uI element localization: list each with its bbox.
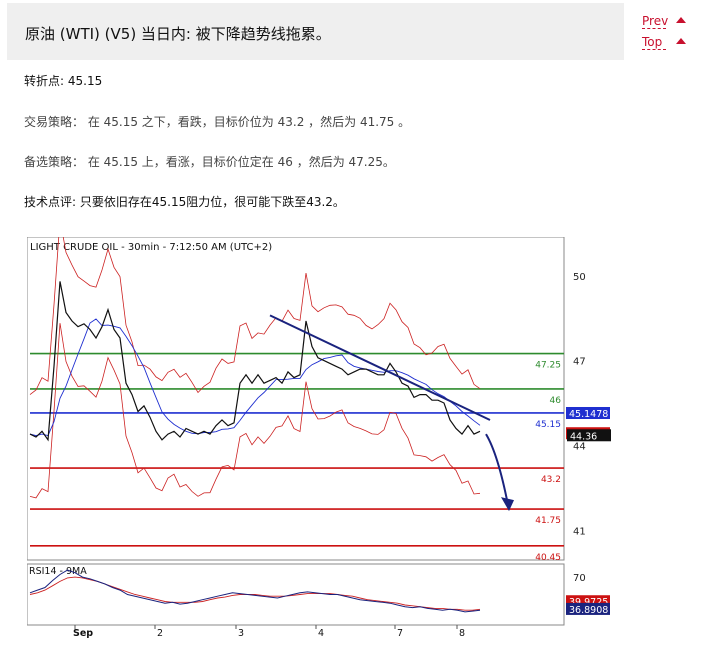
x-tick-label: 2 bbox=[157, 628, 163, 639]
price-tick-label: 50 bbox=[573, 272, 586, 283]
rsi-tick-label: 70 bbox=[573, 573, 586, 584]
technical-comment: 技术点评: 只要依旧存在45.15阻力位，很可能下跌至43.2。 bbox=[24, 195, 345, 209]
price-tick-label: 47 bbox=[573, 357, 586, 368]
level-label: 46 bbox=[550, 396, 562, 406]
top-label: Top bbox=[642, 35, 663, 49]
x-tick-label: 3 bbox=[238, 628, 244, 639]
page-nav: Prev Top bbox=[642, 14, 686, 56]
price-series bbox=[29, 281, 481, 442]
rsi-label: RSI14 - 9MA bbox=[29, 566, 87, 577]
x-tick-label: 7 bbox=[397, 628, 403, 639]
price-tag-label: 44.36 bbox=[570, 431, 597, 442]
trading-strategy: 交易策略： 在 45.15 之下，看跌，目标价位为 43.2 ，然后为 41.7… bbox=[24, 115, 411, 129]
moving-average bbox=[29, 318, 481, 437]
upper-band bbox=[29, 219, 481, 395]
lower-band bbox=[29, 323, 481, 499]
price-tick-label: 44 bbox=[573, 441, 586, 452]
article-header: 原油 (WTI) (V5) 当日内: 被下降趋势线拖累。 bbox=[7, 3, 624, 60]
chart-svg: LIGHT CRUDE OIL - 30min - 7:12:50 AM (UT… bbox=[26, 219, 611, 639]
top-link[interactable]: Top bbox=[642, 35, 686, 50]
level-label: 41.75 bbox=[535, 516, 561, 526]
level-label: 43.2 bbox=[541, 475, 561, 485]
projection-arrow-shaft bbox=[485, 433, 509, 506]
prev-label: Prev bbox=[642, 14, 669, 28]
arrow-up-icon bbox=[676, 17, 686, 23]
level-label: 40.45 bbox=[535, 553, 561, 563]
level-label: 45.15 bbox=[535, 420, 561, 430]
article-title: 原油 (WTI) (V5) 当日内: 被下降趋势线拖累。 bbox=[25, 25, 331, 43]
price-chart: LIGHT CRUDE OIL - 30min - 7:12:50 AM (UT… bbox=[26, 219, 707, 642]
rsi-ma-line bbox=[29, 576, 481, 611]
prev-link[interactable]: Prev bbox=[642, 14, 686, 29]
x-tick-label: 4 bbox=[318, 628, 324, 639]
chart-title: LIGHT CRUDE OIL - 30min - 7:12:50 AM (UT… bbox=[30, 242, 272, 253]
x-tick-label: Sep bbox=[73, 628, 93, 639]
x-tick-label: 8 bbox=[459, 628, 465, 639]
price-tick-label: 41 bbox=[573, 526, 586, 537]
level-label: 47.25 bbox=[535, 361, 561, 371]
rsi-tag-label: 36.8908 bbox=[569, 605, 608, 616]
arrow-up-icon bbox=[676, 38, 686, 44]
turn-point: 转折点: 45.15 bbox=[24, 74, 103, 88]
price-tag-label: 45.1478 bbox=[569, 409, 608, 420]
main-panel-frame bbox=[26, 236, 565, 561]
rsi-panel-frame bbox=[26, 563, 565, 626]
alternative-strategy: 备选策略： 在 45.15 上，看涨，目标价位定在 46 ，然后为 47.25。 bbox=[24, 155, 395, 169]
